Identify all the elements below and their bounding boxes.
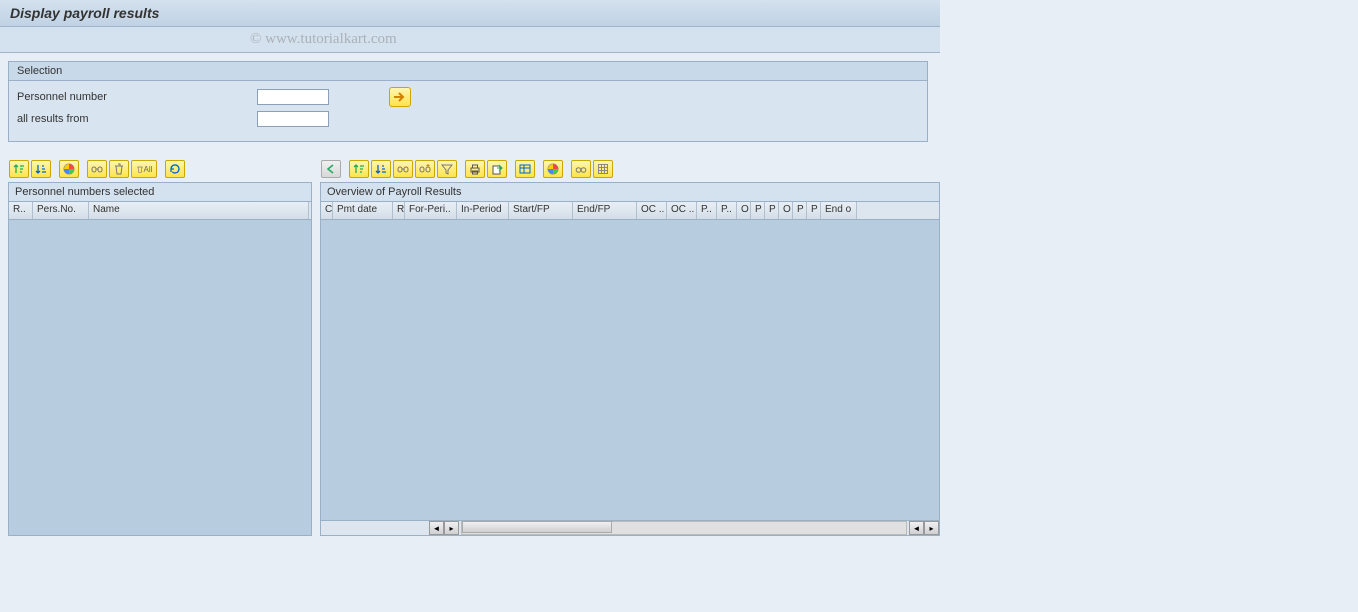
back-arrow-icon <box>325 163 337 175</box>
sort-descending-button[interactable] <box>31 160 51 178</box>
col-o2[interactable]: O <box>779 202 793 219</box>
delete-button[interactable] <box>109 160 129 178</box>
refresh-icon <box>169 163 181 175</box>
print-button[interactable] <box>465 160 485 178</box>
printer-icon <box>469 163 481 175</box>
display-variant-button[interactable] <box>59 160 79 178</box>
color-wheel-icon <box>63 163 75 175</box>
col-p2[interactable]: P.. <box>717 202 737 219</box>
scroll-thumb[interactable] <box>462 521 612 533</box>
col-name[interactable]: Name <box>89 202 309 219</box>
page-title: Display payroll results <box>0 0 940 27</box>
binoculars-icon <box>397 163 409 175</box>
delete-all-button[interactable]: All <box>131 160 157 178</box>
right-toolbar <box>320 158 940 180</box>
sort-asc-button[interactable] <box>349 160 369 178</box>
refresh-button[interactable] <box>165 160 185 178</box>
col-for-period[interactable]: For-Peri.. <box>405 202 457 219</box>
filter-button[interactable] <box>437 160 457 178</box>
horizontal-scrollbar: ◄ ▸ ◄ ▸ <box>321 520 939 535</box>
col-c[interactable]: C <box>321 202 333 219</box>
col-r[interactable]: R.. <box>9 202 33 219</box>
layout-icon <box>519 163 531 175</box>
sort-asc-icon <box>13 163 25 175</box>
multiple-selection-button[interactable] <box>389 87 411 107</box>
col-p1[interactable]: P.. <box>697 202 717 219</box>
back-button[interactable] <box>321 160 341 178</box>
layout-button[interactable] <box>515 160 535 178</box>
find-button-2[interactable] <box>393 160 413 178</box>
left-pane-header: Personnel numbers selected <box>8 182 312 201</box>
grid-icon <box>597 163 609 175</box>
binoculars-icon <box>91 163 103 175</box>
selection-header: Selection <box>9 62 927 81</box>
scroll-right-right-button[interactable]: ▸ <box>924 521 939 535</box>
glasses-icon <box>575 163 587 175</box>
col-pmt-date[interactable]: Pmt date <box>333 202 393 219</box>
col-end-of[interactable]: End o <box>821 202 857 219</box>
col-p3[interactable]: P <box>751 202 765 219</box>
watermark-text: © www.tutorialkart.com <box>250 31 397 48</box>
arrow-right-icon <box>393 91 407 103</box>
col-persno[interactable]: Pers.No. <box>33 202 89 219</box>
scroll-left-left-button[interactable]: ◄ <box>429 521 444 535</box>
display-button[interactable] <box>571 160 591 178</box>
scroll-right-button[interactable]: ◄ <box>909 521 924 535</box>
scroll-track[interactable] <box>461 521 907 535</box>
sort-asc-icon <box>353 163 365 175</box>
app-subbar: © www.tutorialkart.com <box>0 27 940 53</box>
sort-desc-icon <box>35 163 47 175</box>
variant-button[interactable] <box>543 160 563 178</box>
all-results-from-input[interactable] <box>257 111 329 127</box>
sort-desc-button[interactable] <box>371 160 391 178</box>
right-pane-header: Overview of Payroll Results <box>320 182 940 201</box>
col-p6[interactable]: P <box>807 202 821 219</box>
col-start-fp[interactable]: Start/FP <box>509 202 573 219</box>
payroll-results-grid[interactable]: C Pmt date R For-Peri.. In-Period Start/… <box>320 201 940 536</box>
find-next-button[interactable] <box>415 160 435 178</box>
trash-icon <box>136 164 144 174</box>
export-button[interactable] <box>487 160 507 178</box>
grid-button[interactable] <box>593 160 613 178</box>
left-toolbar: All <box>8 158 312 180</box>
sort-desc-icon <box>375 163 387 175</box>
col-in-period[interactable]: In-Period <box>457 202 509 219</box>
sort-ascending-button[interactable] <box>9 160 29 178</box>
personnel-number-input[interactable] <box>257 89 329 105</box>
personnel-number-label: Personnel number <box>17 91 257 103</box>
color-wheel-icon <box>547 163 559 175</box>
col-oc1[interactable]: OC .. <box>637 202 667 219</box>
col-oc2[interactable]: OC .. <box>667 202 697 219</box>
col-r2[interactable]: R <box>393 202 405 219</box>
filter-icon <box>441 163 453 175</box>
all-results-from-label: all results from <box>17 113 257 125</box>
export-icon <box>491 163 503 175</box>
col-p5[interactable]: P <box>793 202 807 219</box>
selection-panel: Selection Personnel number all results f… <box>8 61 928 142</box>
binoculars-plus-icon <box>419 163 431 175</box>
personnel-grid[interactable]: R.. Pers.No. Name <box>8 201 312 536</box>
trash-icon <box>113 163 125 175</box>
all-label: All <box>144 165 153 174</box>
col-o1[interactable]: O <box>737 202 751 219</box>
find-button[interactable] <box>87 160 107 178</box>
scroll-left-button[interactable]: ▸ <box>444 521 459 535</box>
col-end-fp[interactable]: End/FP <box>573 202 637 219</box>
col-p4[interactable]: P <box>765 202 779 219</box>
